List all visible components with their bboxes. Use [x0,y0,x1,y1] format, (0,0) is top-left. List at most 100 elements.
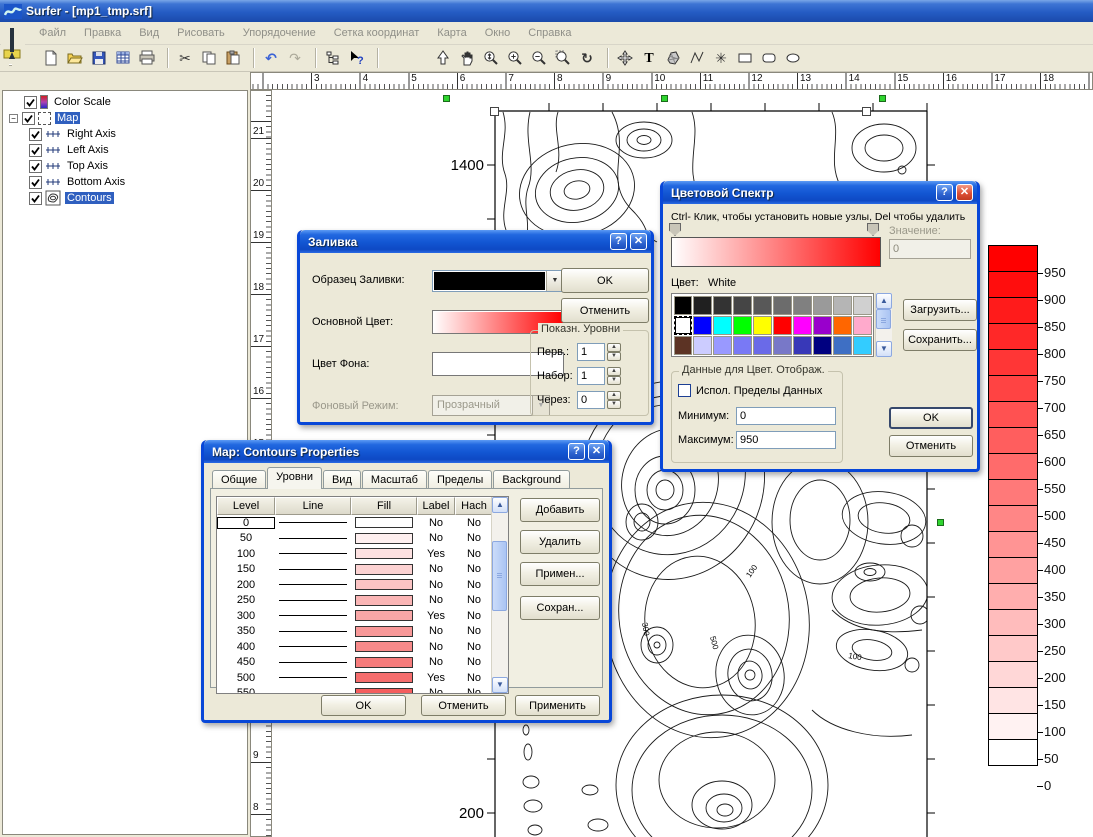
tab-вид[interactable]: Вид [322,470,361,489]
hach-flag[interactable]: No [455,610,493,622]
polygon-tool-button[interactable] [661,47,685,70]
label-flag[interactable]: No [417,563,455,575]
selection-handle[interactable] [661,95,668,102]
tab-background[interactable]: Background [493,470,571,489]
skip-input[interactable] [577,391,605,409]
load-button[interactable]: Загрузить... [903,299,977,321]
level-value[interactable]: 450 [217,656,275,668]
palette-swatch[interactable] [673,315,693,335]
palette-swatch[interactable] [733,295,753,315]
selection-handle[interactable] [879,95,886,102]
scroll-down-icon[interactable]: ▼ [876,341,892,357]
line-sample[interactable] [275,568,351,570]
palette-swatch[interactable] [693,315,713,335]
fill-sample-dropdown[interactable]: ▼ [432,270,564,292]
line-sample[interactable] [275,630,351,632]
close-icon[interactable]: ✕ [956,184,973,201]
move-tool-button[interactable] [613,47,637,70]
scroll-up-icon[interactable]: ▲ [492,497,508,513]
palette-swatch[interactable] [733,315,753,335]
apply-button[interactable]: Применить [515,695,600,716]
help-pointer-button[interactable]: ? [345,47,369,70]
fill-sample[interactable] [351,656,417,668]
level-value[interactable]: 150 [217,563,275,575]
fill-sample[interactable] [351,532,417,544]
fill-sample[interactable] [351,610,417,622]
palette-swatch[interactable] [753,315,773,335]
palette-swatch[interactable] [713,335,733,355]
level-value[interactable]: 400 [217,641,275,653]
select-arrow-button[interactable] [431,47,455,70]
label-flag[interactable]: No [417,656,455,668]
palette-swatch[interactable] [792,335,812,355]
visibility-checkbox[interactable] [29,191,42,205]
palette-swatch[interactable] [812,295,832,315]
fill-sample[interactable] [351,687,417,693]
undo-button[interactable]: ↶ [259,47,283,70]
digitize-pen-icon[interactable] [1,26,25,64]
column-header-hach[interactable]: Hach [455,497,493,515]
sidebar-item-contours[interactable]: Contours [3,190,247,206]
line-sample[interactable] [275,584,351,586]
spectrum-node-slider[interactable] [867,223,879,236]
ok-button[interactable]: OK [889,407,973,429]
tab-масштаб[interactable]: Масштаб [361,470,427,489]
menu-item-карта[interactable]: Карта [428,25,475,41]
column-header-level[interactable]: Level [217,497,275,515]
spectrum-node-slider[interactable] [669,223,681,236]
level-value[interactable]: 0 [217,516,275,529]
palette-swatch[interactable] [852,315,872,335]
rectangle-tool-button[interactable] [733,47,757,70]
sidebar-item-right-axis[interactable]: Right Axis [3,126,247,142]
first-input[interactable] [577,343,605,361]
menu-item-упорядочение[interactable]: Упорядочение [234,25,325,41]
fill-sample[interactable] [351,579,417,591]
palette-swatch[interactable] [812,315,832,335]
column-header-line[interactable]: Line [275,497,351,515]
set-input[interactable] [577,367,605,385]
selection-handle[interactable] [490,107,499,116]
level-row-450[interactable]: 450 No No [217,655,508,671]
text-tool-button[interactable]: T [637,47,661,70]
levels-table-scrollbar[interactable]: ▲ ▼ [491,497,508,693]
palette-swatch[interactable] [792,315,812,335]
fill-sample[interactable] [351,563,417,575]
zoom-realtime-button[interactable] [479,47,503,70]
column-header-fill[interactable]: Fill [351,497,417,515]
hach-flag[interactable]: No [455,641,493,653]
zoom-out-button[interactable] [527,47,551,70]
palette-swatch[interactable] [773,295,792,315]
palette-swatch[interactable] [852,335,872,355]
line-sample[interactable] [275,646,351,648]
palette-swatch[interactable] [792,295,812,315]
contours-dialog-titlebar[interactable]: Map: Contours Properties ? ✕ [204,440,609,463]
line-sample[interactable] [275,615,351,617]
skip-stepper[interactable]: ▲ ▼ [607,391,621,409]
level-row-300[interactable]: 300 Yes No [217,608,508,624]
minimum-input[interactable] [736,407,836,425]
close-icon[interactable]: ✕ [588,443,605,460]
delete-button[interactable]: Удалить [520,530,600,554]
help-icon[interactable]: ? [610,233,627,250]
menu-item-правка[interactable]: Правка [75,25,130,41]
help-icon[interactable]: ? [936,184,953,201]
label-flag[interactable]: No [417,594,455,606]
level-value[interactable]: 300 [217,610,275,622]
palette-swatch[interactable] [733,335,753,355]
line-sample[interactable] [275,692,351,693]
menu-item-вид[interactable]: Вид [130,25,168,41]
line-sample[interactable] [275,599,351,601]
hach-flag[interactable]: No [455,625,493,637]
label-flag[interactable]: Yes [417,548,455,560]
line-sample[interactable] [275,553,351,555]
palette-swatch[interactable] [673,335,693,355]
maximum-input[interactable] [736,431,836,449]
worksheet-button[interactable] [111,47,135,70]
level-value[interactable]: 200 [217,579,275,591]
help-icon[interactable]: ? [568,443,585,460]
palette-swatch[interactable] [832,295,852,315]
level-value[interactable]: 50 [217,532,275,544]
hach-flag[interactable]: No [455,656,493,668]
visibility-checkbox[interactable] [29,175,42,189]
ok-button[interactable]: OK [321,695,406,716]
